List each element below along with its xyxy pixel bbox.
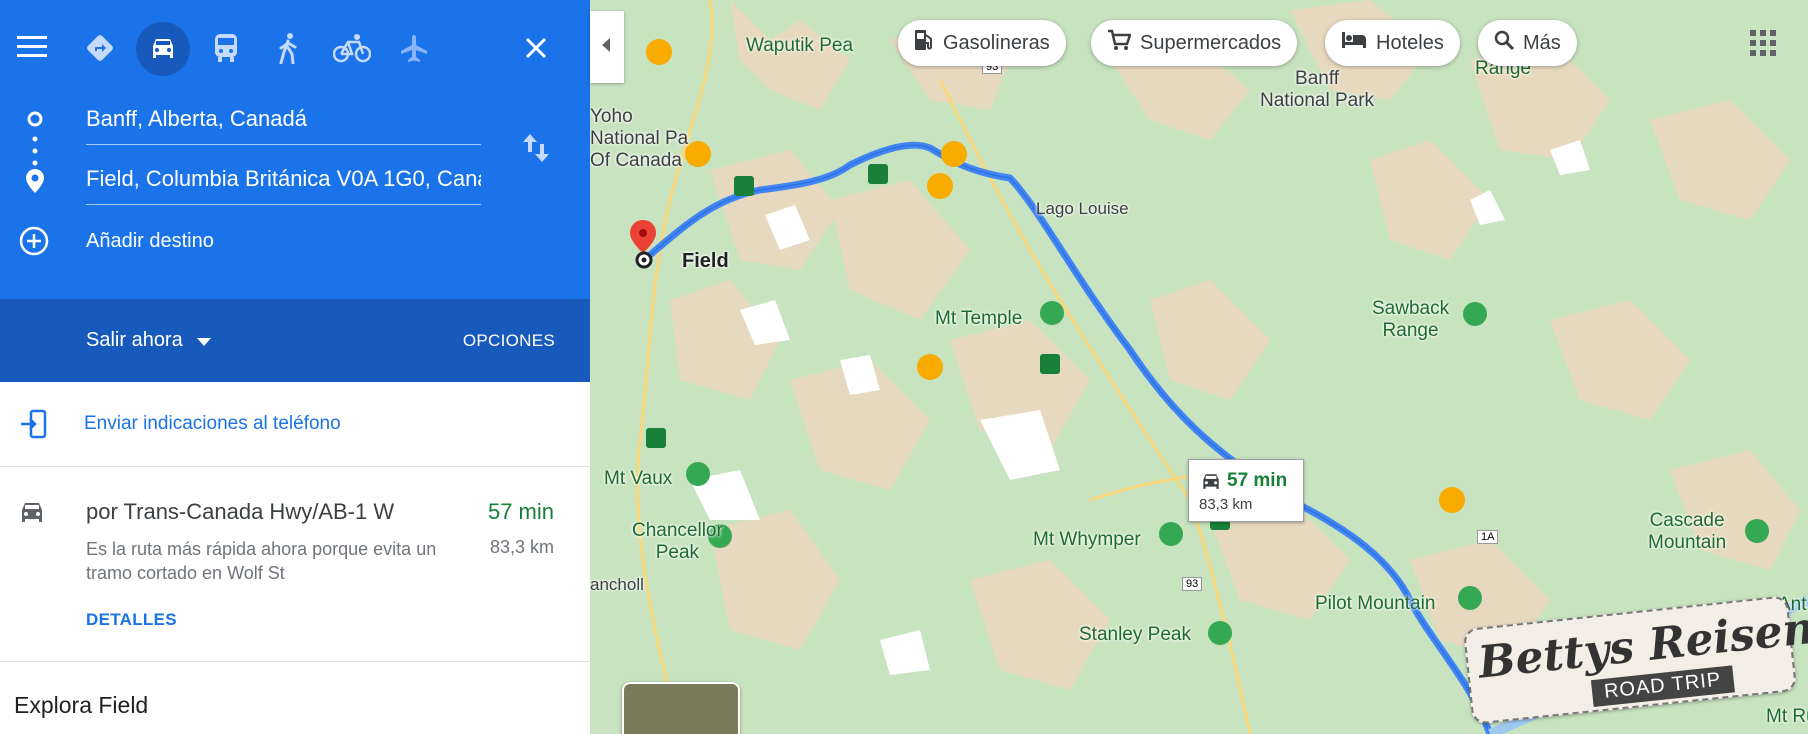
explore-title: Explora Field <box>14 692 149 718</box>
send-to-phone-icon <box>16 407 50 441</box>
search-icon <box>1494 30 1515 56</box>
shield-93-bottom: 93 <box>1182 577 1203 591</box>
best-route-icon[interactable] <box>80 28 120 68</box>
car-icon <box>1199 472 1223 497</box>
flight-icon[interactable] <box>394 28 434 68</box>
tooltip-distance: 83,3 km <box>1199 496 1253 513</box>
cart-icon <box>1107 29 1132 57</box>
label-mt-rund: Mt Run <box>1766 706 1808 727</box>
gas-station-icon <box>914 29 934 57</box>
add-destination-icon[interactable] <box>16 223 52 259</box>
tooltip-time: 57 min <box>1227 470 1288 491</box>
bed-icon <box>1341 31 1367 55</box>
label-waputik: Waputik Pea <box>746 35 854 56</box>
details-button[interactable]: DETALLES <box>86 610 177 630</box>
chip-gas-stations[interactable]: Gasolineras <box>898 20 1066 66</box>
destination-input[interactable]: Field, Columbia Británica V0A 1G0, Canad… <box>86 166 481 205</box>
options-button[interactable]: OPCIONES <box>463 331 555 351</box>
shield-1a: 1A <box>1477 530 1499 544</box>
destination-pin-icon <box>22 168 48 194</box>
chip-label: Supermercados <box>1140 31 1282 54</box>
label-pilot: Pilot Mountain <box>1315 593 1436 614</box>
label-cascade: Cascade Mountain <box>1648 510 1727 553</box>
chip-label: Hoteles <box>1376 31 1444 54</box>
directions-header: Banff, Alberta, Canadá Field, Columbia B… <box>0 0 590 299</box>
send-to-phone-row[interactable]: Enviar indicaciones al teléfono <box>0 383 590 467</box>
chip-more[interactable]: Más <box>1478 20 1577 66</box>
origin-circle-icon <box>24 108 46 130</box>
send-to-phone-label: Enviar indicaciones al teléfono <box>84 413 341 434</box>
chip-label: Más <box>1523 31 1561 54</box>
walk-icon[interactable] <box>268 28 308 68</box>
origin-input[interactable]: Banff, Alberta, Canadá <box>86 106 481 145</box>
label-yoho: Yoho National Pa Of Canada <box>590 106 689 171</box>
car-icon <box>136 22 190 76</box>
label-mt-vaux: Mt Vaux <box>604 468 673 489</box>
label-mt-temple: Mt Temple <box>935 308 1023 329</box>
label-stanley: Stanley Peak <box>1079 624 1191 645</box>
depart-options-bar: Salir ahora OPCIONES <box>0 299 590 382</box>
depart-time-select[interactable]: Salir ahora <box>86 329 211 352</box>
chip-label: Gasolineras <box>943 31 1050 54</box>
chevron-down-icon <box>196 329 211 352</box>
label-lago-louise: Lago Louise <box>1036 199 1129 218</box>
satellite-thumbnail[interactable] <box>622 682 740 734</box>
chevron-left-icon <box>602 37 612 57</box>
route-time: 57 min <box>487 499 554 524</box>
transit-icon[interactable] <box>206 28 246 68</box>
chip-supermarkets[interactable]: Supermercados <box>1091 20 1298 66</box>
label-mt-whymper: Mt Whymper <box>1033 529 1141 550</box>
close-icon[interactable] <box>516 28 556 68</box>
bike-icon[interactable] <box>330 28 374 68</box>
swap-icon[interactable] <box>518 128 554 168</box>
label-sawback: Sawback Range <box>1372 298 1450 341</box>
apps-grid-icon[interactable] <box>1750 30 1776 61</box>
collapse-panel-button[interactable] <box>590 11 624 83</box>
menu-icon[interactable] <box>14 28 50 64</box>
add-destination-link[interactable]: Añadir destino <box>86 230 214 253</box>
route-time-tooltip[interactable]: 57 min 83,3 km <box>1188 459 1304 522</box>
route-dots-icon <box>24 132 46 170</box>
label-chancellor: Chancellor Peak <box>632 520 723 563</box>
route-distance: 83,3 km <box>489 537 554 557</box>
chip-hotels[interactable]: Hoteles <box>1325 20 1460 66</box>
label-field: Field <box>682 250 729 272</box>
label-ancholl: ancholl <box>590 575 644 594</box>
car-icon <box>14 497 50 529</box>
car-mode-button[interactable] <box>136 22 190 76</box>
route-option[interactable]: por Trans-Canada Hwy/AB-1 W 57 min Es la… <box>0 467 590 662</box>
route-via: por Trans-Canada Hwy/AB-1 W <box>86 499 395 524</box>
directions-panel: Banff, Alberta, Canadá Field, Columbia B… <box>0 0 590 734</box>
route-description: Es la ruta más rápida ahora porque evita… <box>86 539 437 583</box>
label-banff-np: Banff National Park <box>1260 68 1375 111</box>
depart-time-label: Salir ahora <box>86 329 183 351</box>
